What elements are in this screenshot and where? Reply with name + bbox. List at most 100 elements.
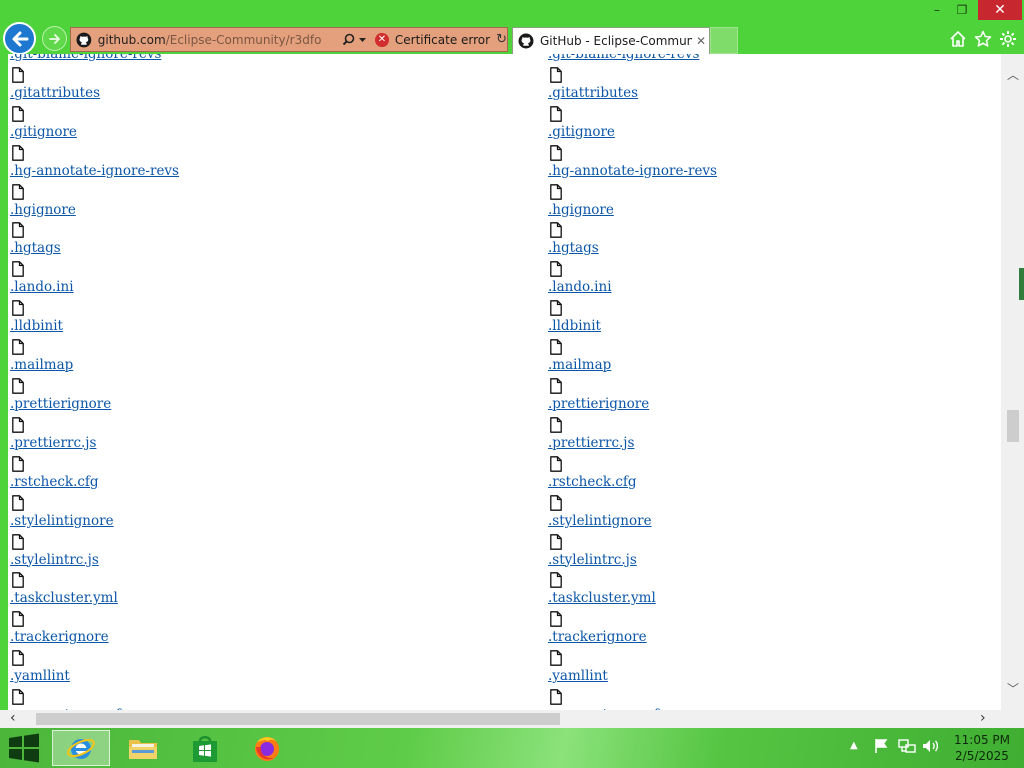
browser-chrome: – ❐ ✕ github.com/Eclipse-Community/r3dfo… (0, 0, 1024, 55)
file-icon (12, 611, 24, 628)
folder-icon (129, 740, 157, 759)
horizontal-scrollbar[interactable]: ‹ › (0, 710, 1001, 728)
file-icon (12, 378, 24, 394)
firefox-icon (255, 737, 279, 761)
address-bar[interactable]: github.com/Eclipse-Community/r3dfo ✕ Cer… (70, 27, 508, 52)
file-link[interactable]: .gitattributes (548, 85, 638, 101)
file-link[interactable]: .lando.ini (10, 279, 74, 295)
volume-icon[interactable] (922, 738, 940, 754)
file-link[interactable]: .prettierrc.js (548, 435, 634, 451)
file-link[interactable]: .gitattributes (10, 85, 100, 101)
certificate-error-label[interactable]: Certificate error (395, 33, 490, 47)
taskbar-firefox[interactable] (238, 730, 296, 766)
file-link[interactable]: .stylelintrc.js (10, 552, 99, 568)
windows-logo-icon (9, 733, 39, 763)
github-tab-icon (518, 33, 534, 49)
network-icon[interactable] (898, 738, 916, 754)
file-link[interactable]: .hgignore (10, 202, 76, 218)
file-link[interactable]: .stylelintignore (10, 513, 114, 529)
scroll-left-icon[interactable]: ‹ (10, 710, 16, 726)
file-link[interactable]: .hgtags (10, 240, 61, 256)
file-link[interactable]: .prettierignore (548, 396, 649, 412)
favorites-star-icon[interactable] (973, 29, 993, 49)
file-icon (12, 261, 24, 278)
vertical-scrollbar[interactable]: ︿ ﹀ (1001, 54, 1024, 710)
file-link[interactable]: .trackerignore (10, 629, 109, 645)
file-link[interactable]: .yamllint (10, 668, 70, 684)
file-icon (550, 689, 562, 705)
file-link[interactable]: .yamllint (548, 668, 608, 684)
file-link[interactable]: .trackerignore (548, 629, 647, 645)
chevron-down-icon (359, 38, 367, 42)
close-window-button[interactable]: ✕ (978, 0, 1022, 20)
file-link[interactable]: .gitignore (10, 124, 77, 140)
file-link[interactable]: .git-blame-ignore-revs (10, 54, 161, 62)
file-icon (12, 455, 24, 472)
tab-github[interactable]: GitHub - Eclipse-Communi... ✕ (512, 27, 710, 54)
file-icon (12, 300, 24, 317)
file-icon (550, 339, 562, 355)
clock-date[interactable]: 2/5/2025 (950, 749, 1014, 763)
scroll-right-icon[interactable]: › (980, 710, 986, 726)
file-link[interactable]: .hg-annotate-ignore-revs (10, 163, 179, 179)
show-hidden-icons-icon[interactable]: ▲ (850, 740, 858, 751)
gear-icon[interactable] (998, 29, 1018, 49)
file-icon (550, 222, 562, 239)
scroll-down-icon[interactable]: ﹀ (1007, 680, 1019, 697)
taskbar-file-explorer[interactable] (114, 730, 172, 766)
file-icon (550, 144, 562, 161)
github-favicon-icon (76, 32, 92, 47)
taskbar-internet-explorer[interactable] (52, 730, 110, 766)
file-link[interactable]: .prettierrc.js (10, 435, 96, 451)
file-link[interactable]: .mailmap (548, 357, 611, 373)
tab-title: GitHub - Eclipse-Communi... (540, 34, 692, 48)
file-link[interactable]: .stylelintrc.js (548, 552, 637, 568)
file-icon (550, 650, 562, 667)
forward-button[interactable] (42, 26, 67, 51)
scroll-up-icon[interactable]: ︿ (1007, 66, 1019, 83)
file-link[interactable]: .taskcluster.yml (10, 590, 118, 606)
file-link[interactable]: .hg-annotate-ignore-revs (548, 163, 717, 179)
file-icon (12, 494, 24, 511)
file-link[interactable]: .taskcluster.yml (548, 590, 656, 606)
start-button[interactable] (4, 732, 44, 764)
vertical-scroll-thumb[interactable] (1007, 410, 1019, 442)
file-link[interactable]: .git-blame-ignore-revs (548, 54, 699, 62)
scrollbar-corner (1001, 710, 1024, 728)
file-link[interactable]: .rstcheck.cfg (548, 474, 637, 490)
search-dropdown[interactable] (342, 33, 367, 46)
file-link[interactable]: .mailmap (10, 357, 73, 373)
file-icon (550, 572, 562, 589)
certificate-error-icon[interactable]: ✕ (375, 32, 389, 47)
back-button[interactable] (3, 22, 36, 55)
url-path: /Eclipse-Community/r3dfo (165, 32, 322, 47)
horizontal-scroll-thumb[interactable] (36, 713, 560, 725)
taskbar-store[interactable] (176, 730, 234, 766)
file-icon (550, 533, 562, 550)
action-center-flag-icon[interactable] (873, 738, 889, 754)
store-icon (193, 736, 217, 762)
file-link[interactable]: .prettierignore (10, 396, 111, 412)
file-link[interactable]: .lldbinit (10, 318, 63, 334)
file-link[interactable]: .lldbinit (548, 318, 601, 334)
tab-close-icon[interactable]: ✕ (696, 34, 706, 48)
file-link[interactable]: .rstcheck.cfg (10, 474, 99, 490)
url-text: github.com/Eclipse-Community/r3dfo (98, 33, 334, 47)
file-link[interactable]: .hgtags (548, 240, 599, 256)
file-icon (550, 300, 562, 317)
file-icon (12, 417, 24, 433)
file-link[interactable]: .gitignore (548, 124, 615, 140)
file-link[interactable]: .lando.ini (548, 279, 612, 295)
file-icon (12, 144, 24, 161)
file-icon (550, 378, 562, 394)
forward-arrow-icon (48, 33, 60, 44)
file-icon (12, 105, 24, 122)
restore-button[interactable]: ❐ (948, 0, 976, 20)
refresh-icon[interactable]: ↻ (496, 32, 507, 47)
file-link[interactable]: .hgignore (548, 202, 614, 218)
home-icon[interactable] (948, 29, 968, 49)
new-tab-button[interactable] (710, 27, 738, 54)
file-link[interactable]: .stylelintignore (548, 513, 652, 529)
file-icon (12, 67, 24, 83)
clock-time[interactable]: 11:05 PM (950, 733, 1014, 747)
